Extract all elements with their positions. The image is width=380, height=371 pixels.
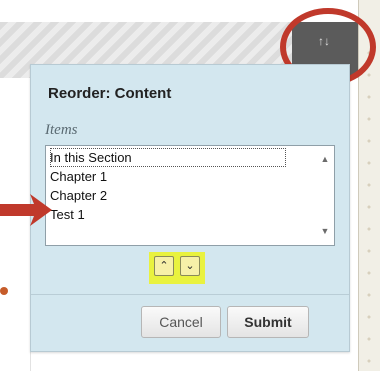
items-label: Items (45, 122, 78, 138)
list-item[interactable]: In this Section (50, 148, 286, 167)
list-item[interactable]: Chapter 1 (50, 167, 107, 186)
move-up-button[interactable]: ⌃ (154, 256, 174, 276)
decorative-pattern (364, 20, 374, 371)
move-down-button[interactable]: ⌄ (180, 256, 200, 276)
submit-button[interactable]: Submit (227, 306, 309, 338)
dialog-title: Reorder: Content (48, 85, 172, 102)
list-item[interactable]: Chapter 2 (50, 186, 107, 205)
cancel-button[interactable]: Cancel (141, 306, 221, 338)
reorder-dialog: Reorder: Content Items In this Section C… (30, 64, 350, 352)
chevron-down-icon: ⌄ (185, 260, 195, 272)
scroll-down-icon[interactable]: ▼ (320, 226, 330, 236)
scroll-up-icon[interactable]: ▲ (320, 154, 330, 164)
items-listbox[interactable]: In this Section Chapter 1 Chapter 2 Test… (45, 145, 335, 246)
chevron-up-icon: ⌃ (159, 260, 169, 272)
listbox-scrollbar[interactable]: ▲ ▼ (316, 146, 334, 245)
annotation-arrow-icon (0, 194, 52, 226)
dialog-divider (31, 294, 349, 295)
annotation-dot (0, 287, 8, 295)
